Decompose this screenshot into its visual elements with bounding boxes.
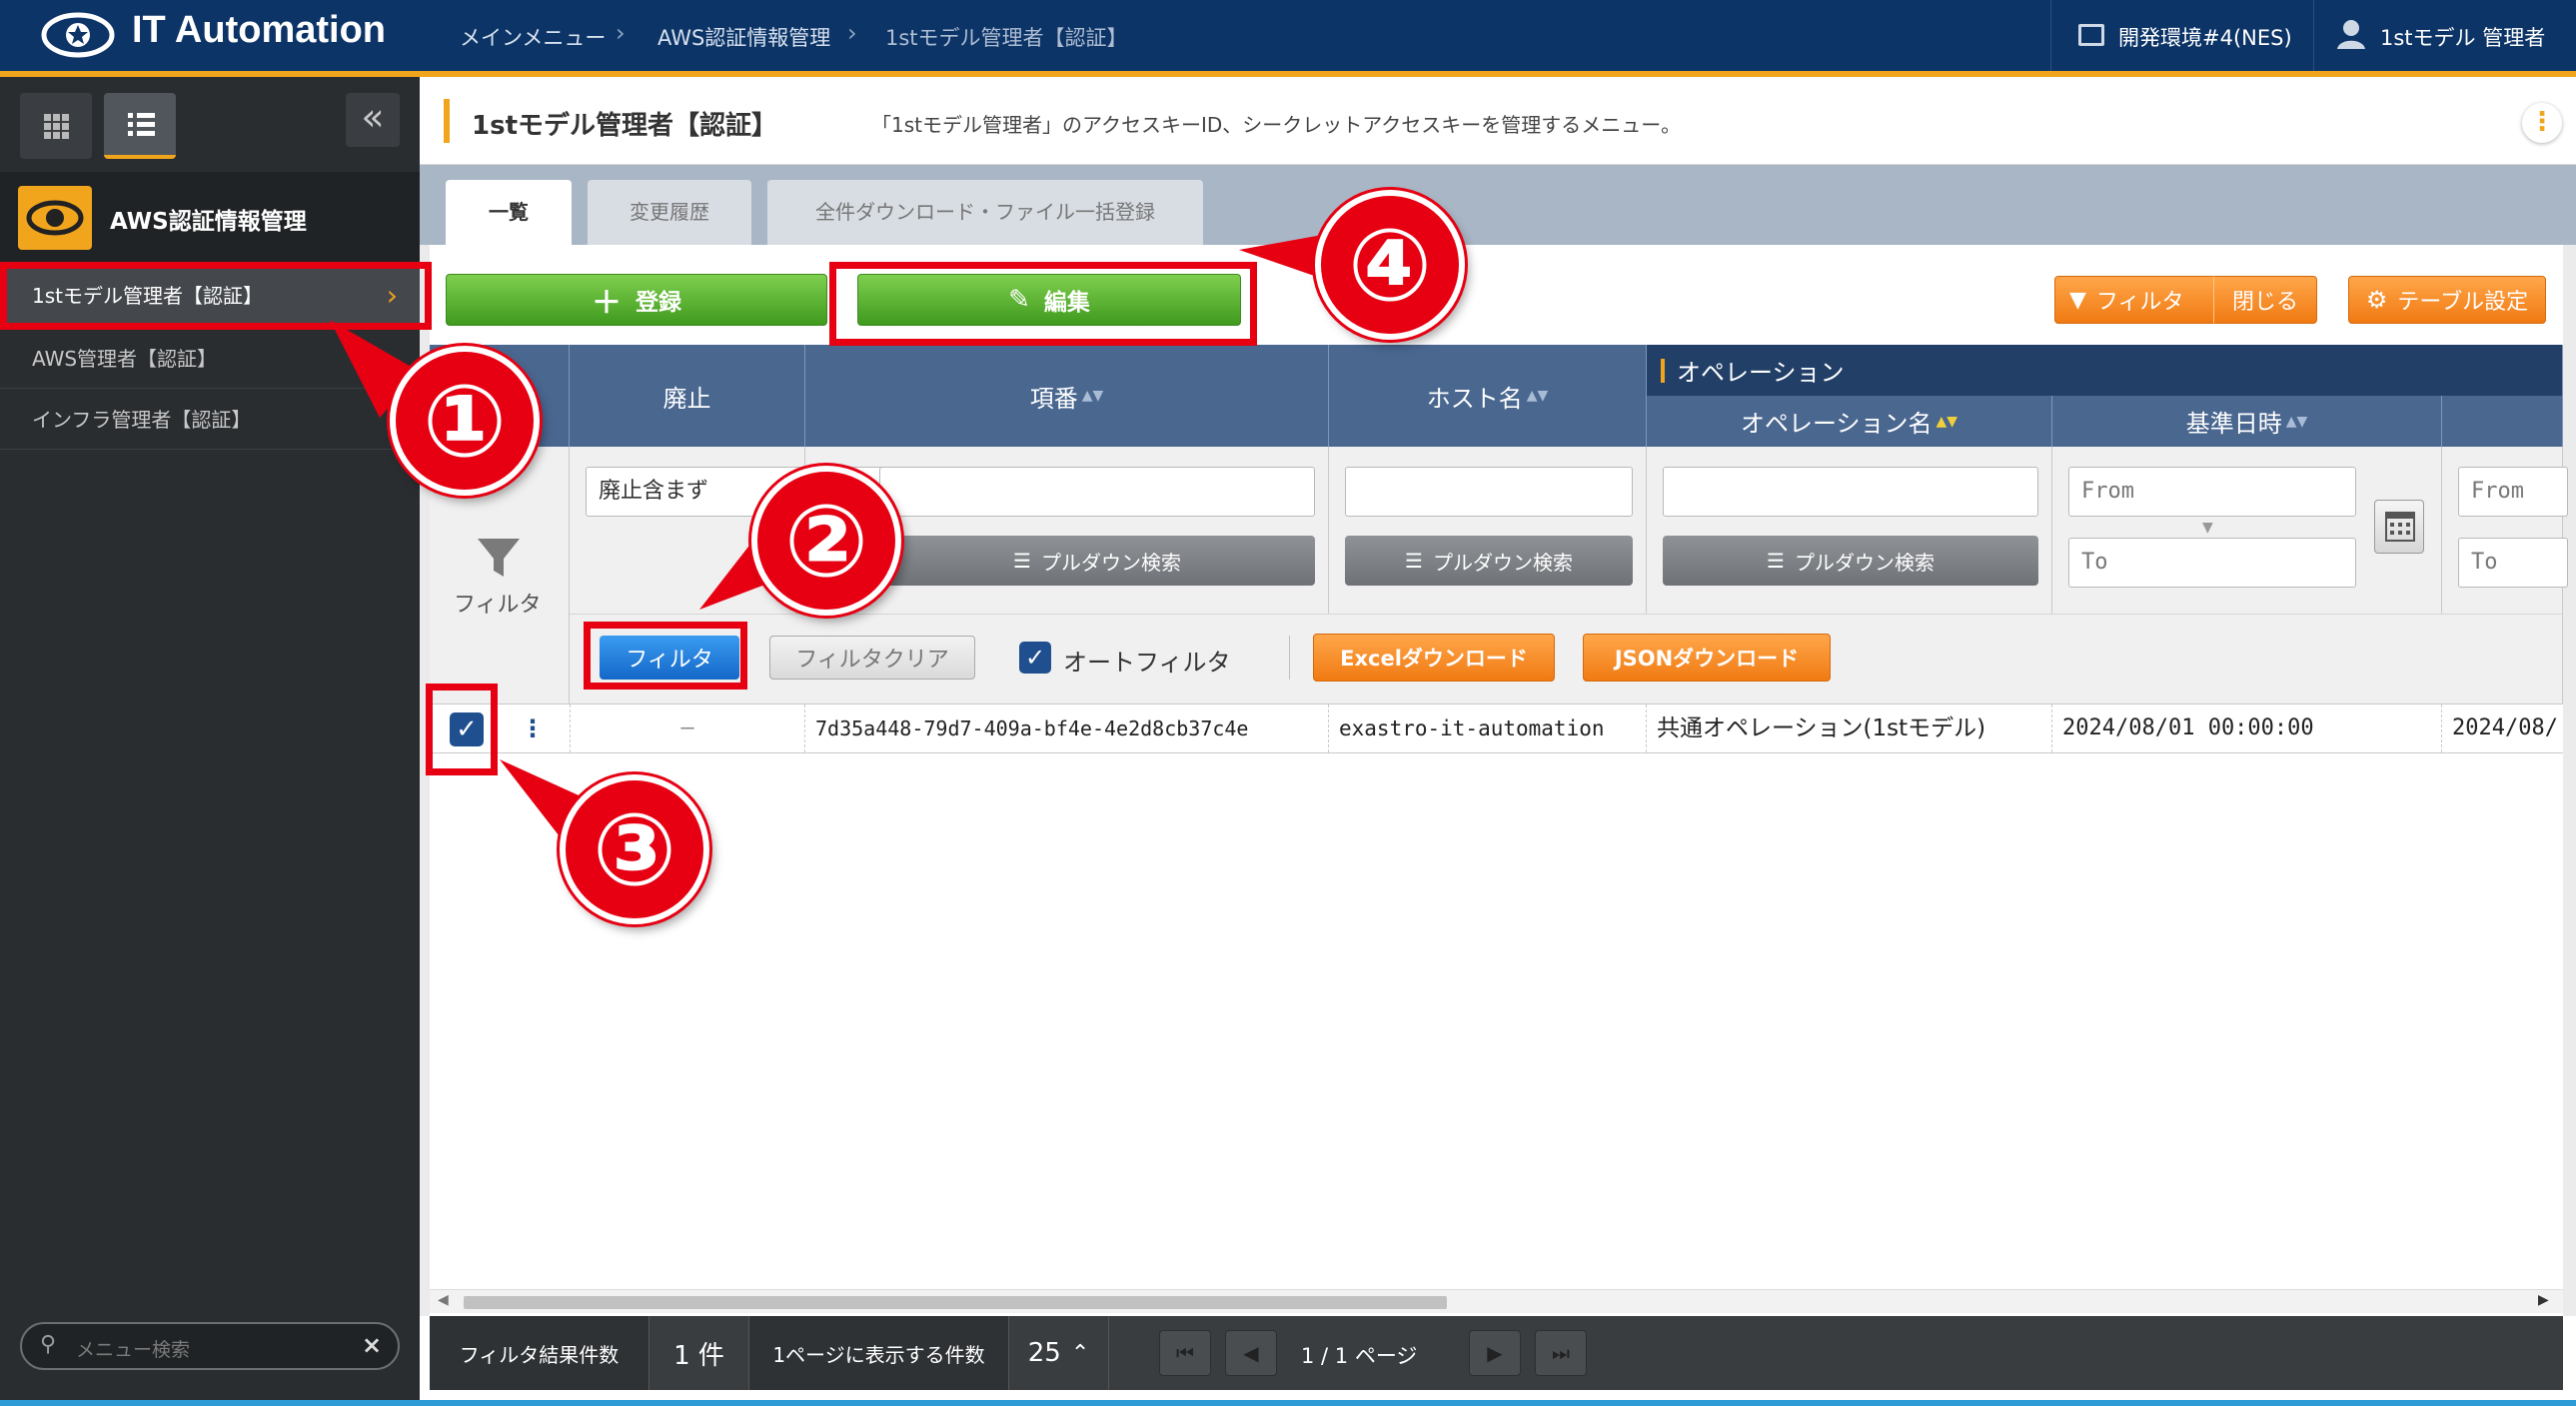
callout-4: ④ [1315,190,1465,340]
callout-1: ① [390,346,540,496]
callout-3: ③ [560,774,709,924]
bottom-accent-bar [0,1400,2576,1406]
callout-pointers [330,232,1349,849]
callout-2: ② [751,466,901,616]
